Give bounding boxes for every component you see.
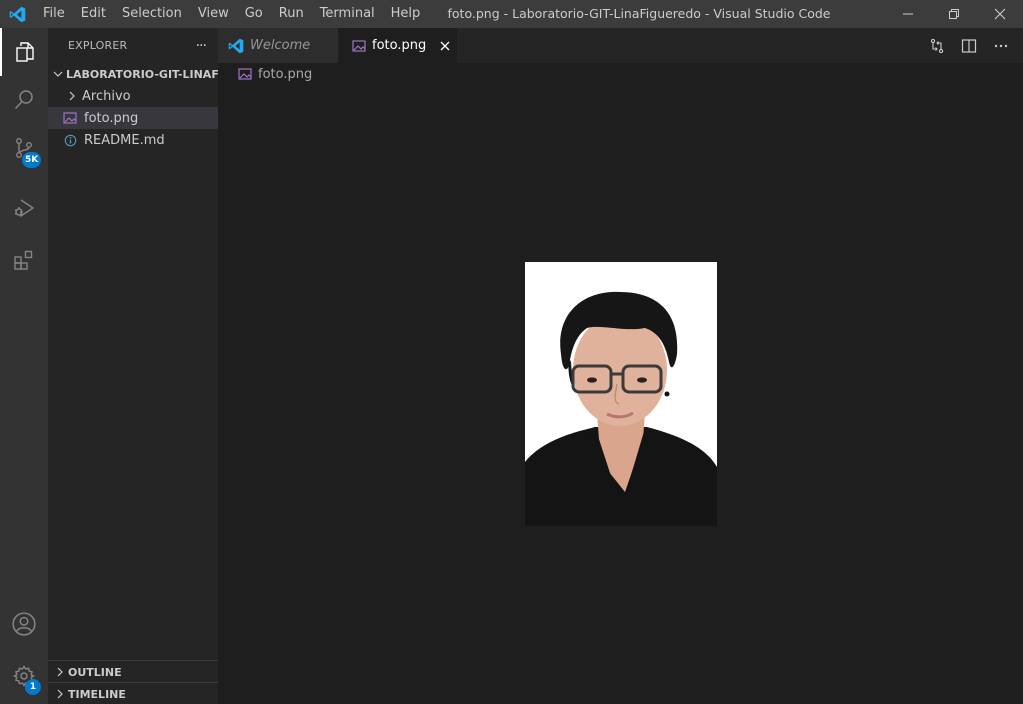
portrait-photo[interactable] — [525, 262, 717, 526]
timeline-label: TIMELINE — [68, 687, 126, 701]
menu-terminal[interactable]: Terminal — [312, 0, 383, 28]
chevron-right-icon — [52, 686, 68, 702]
split-editor-button[interactable] — [953, 28, 985, 63]
menu-view[interactable]: View — [190, 0, 237, 28]
tree-item-readme[interactable]: README.md — [48, 129, 218, 151]
image-preview-editor — [218, 85, 1023, 704]
activity-source-control[interactable]: 5K — [0, 124, 48, 172]
close-tab-button[interactable] — [440, 41, 450, 51]
menu-selection[interactable]: Selection — [114, 0, 190, 28]
tree-item-label: Archivo — [82, 88, 131, 104]
activity-search[interactable] — [0, 76, 48, 124]
minimize-button[interactable] — [885, 0, 931, 28]
tree-item-label: foto.png — [84, 110, 139, 126]
tree-item-foto-png[interactable]: foto.png — [48, 107, 218, 129]
tree-item-archivo[interactable]: Archivo — [48, 85, 218, 107]
extensions-icon — [14, 250, 33, 270]
tab-foto-png[interactable]: foto.png — [338, 28, 457, 63]
window-controls — [885, 0, 1023, 28]
tab-label: foto.png — [372, 38, 427, 53]
tab-welcome[interactable]: Welcome — [218, 28, 338, 63]
activity-bar: 5K 1 — [0, 28, 48, 704]
activity-run-debug[interactable] — [0, 184, 48, 232]
vscode-logo-icon — [0, 0, 35, 28]
image-file-icon — [62, 110, 78, 126]
workspace-folder-name: LABORATORIO-GIT-LINAFI... — [66, 67, 218, 81]
timeline-section[interactable]: TIMELINE — [48, 682, 218, 704]
close-window-button[interactable] — [977, 0, 1023, 28]
menu-go[interactable]: Go — [237, 0, 271, 28]
source-control-badge: 5K — [22, 152, 42, 168]
settings-badge: 1 — [25, 679, 41, 695]
compare-changes-icon — [930, 38, 944, 53]
outline-label: OUTLINE — [68, 665, 122, 679]
menu-run[interactable]: Run — [271, 0, 312, 28]
breadcrumb-item[interactable]: foto.png — [258, 67, 312, 82]
files-icon — [16, 42, 34, 62]
tree-item-label: README.md — [84, 132, 165, 148]
activity-explorer[interactable] — [0, 28, 48, 76]
vscode-logo-icon — [228, 38, 244, 54]
editor-tabs: Welcome foto.png — [218, 28, 1023, 63]
menu-help[interactable]: Help — [383, 0, 429, 28]
tab-label: Welcome — [250, 38, 311, 53]
more-icon — [994, 44, 1008, 47]
search-icon — [14, 90, 33, 110]
explorer-title: EXPLORER — [68, 39, 128, 52]
activity-accounts[interactable] — [0, 600, 48, 648]
chevron-right-icon — [64, 88, 80, 104]
open-changes-button[interactable] — [921, 28, 953, 63]
chevron-right-icon — [52, 664, 68, 680]
menu-file[interactable]: File — [35, 0, 73, 28]
workspace-folder-header[interactable]: LABORATORIO-GIT-LINAFI... — [48, 63, 218, 85]
restore-button[interactable] — [931, 0, 977, 28]
outline-section[interactable]: OUTLINE — [48, 660, 218, 683]
image-file-icon — [352, 39, 366, 52]
editor-actions — [921, 28, 1017, 63]
chevron-down-icon — [52, 66, 64, 82]
close-icon — [994, 8, 1006, 20]
explorer-sidebar: EXPLORER ··· LABORATORIO-GIT-LINAFI... A… — [48, 28, 218, 704]
menu-edit[interactable]: Edit — [73, 0, 114, 28]
image-file-icon — [238, 68, 252, 80]
accounts-icon — [12, 612, 36, 636]
breadcrumb: foto.png — [218, 63, 1023, 85]
more-actions-button[interactable]: ··· — [196, 38, 207, 54]
run-debug-icon — [14, 199, 35, 218]
close-icon — [440, 41, 450, 50]
activity-manage[interactable]: 1 — [0, 652, 48, 700]
restore-icon — [949, 9, 959, 19]
explorer-header: EXPLORER ··· — [48, 28, 218, 63]
minimize-icon — [903, 13, 913, 15]
title-bar: File Edit Selection View Go Run Terminal… — [0, 0, 1023, 28]
menu-bar: File Edit Selection View Go Run Terminal… — [35, 0, 428, 28]
activity-extensions[interactable] — [0, 236, 48, 284]
info-icon — [62, 132, 78, 148]
split-editor-icon — [961, 38, 977, 53]
more-editor-actions-button[interactable] — [985, 28, 1017, 63]
